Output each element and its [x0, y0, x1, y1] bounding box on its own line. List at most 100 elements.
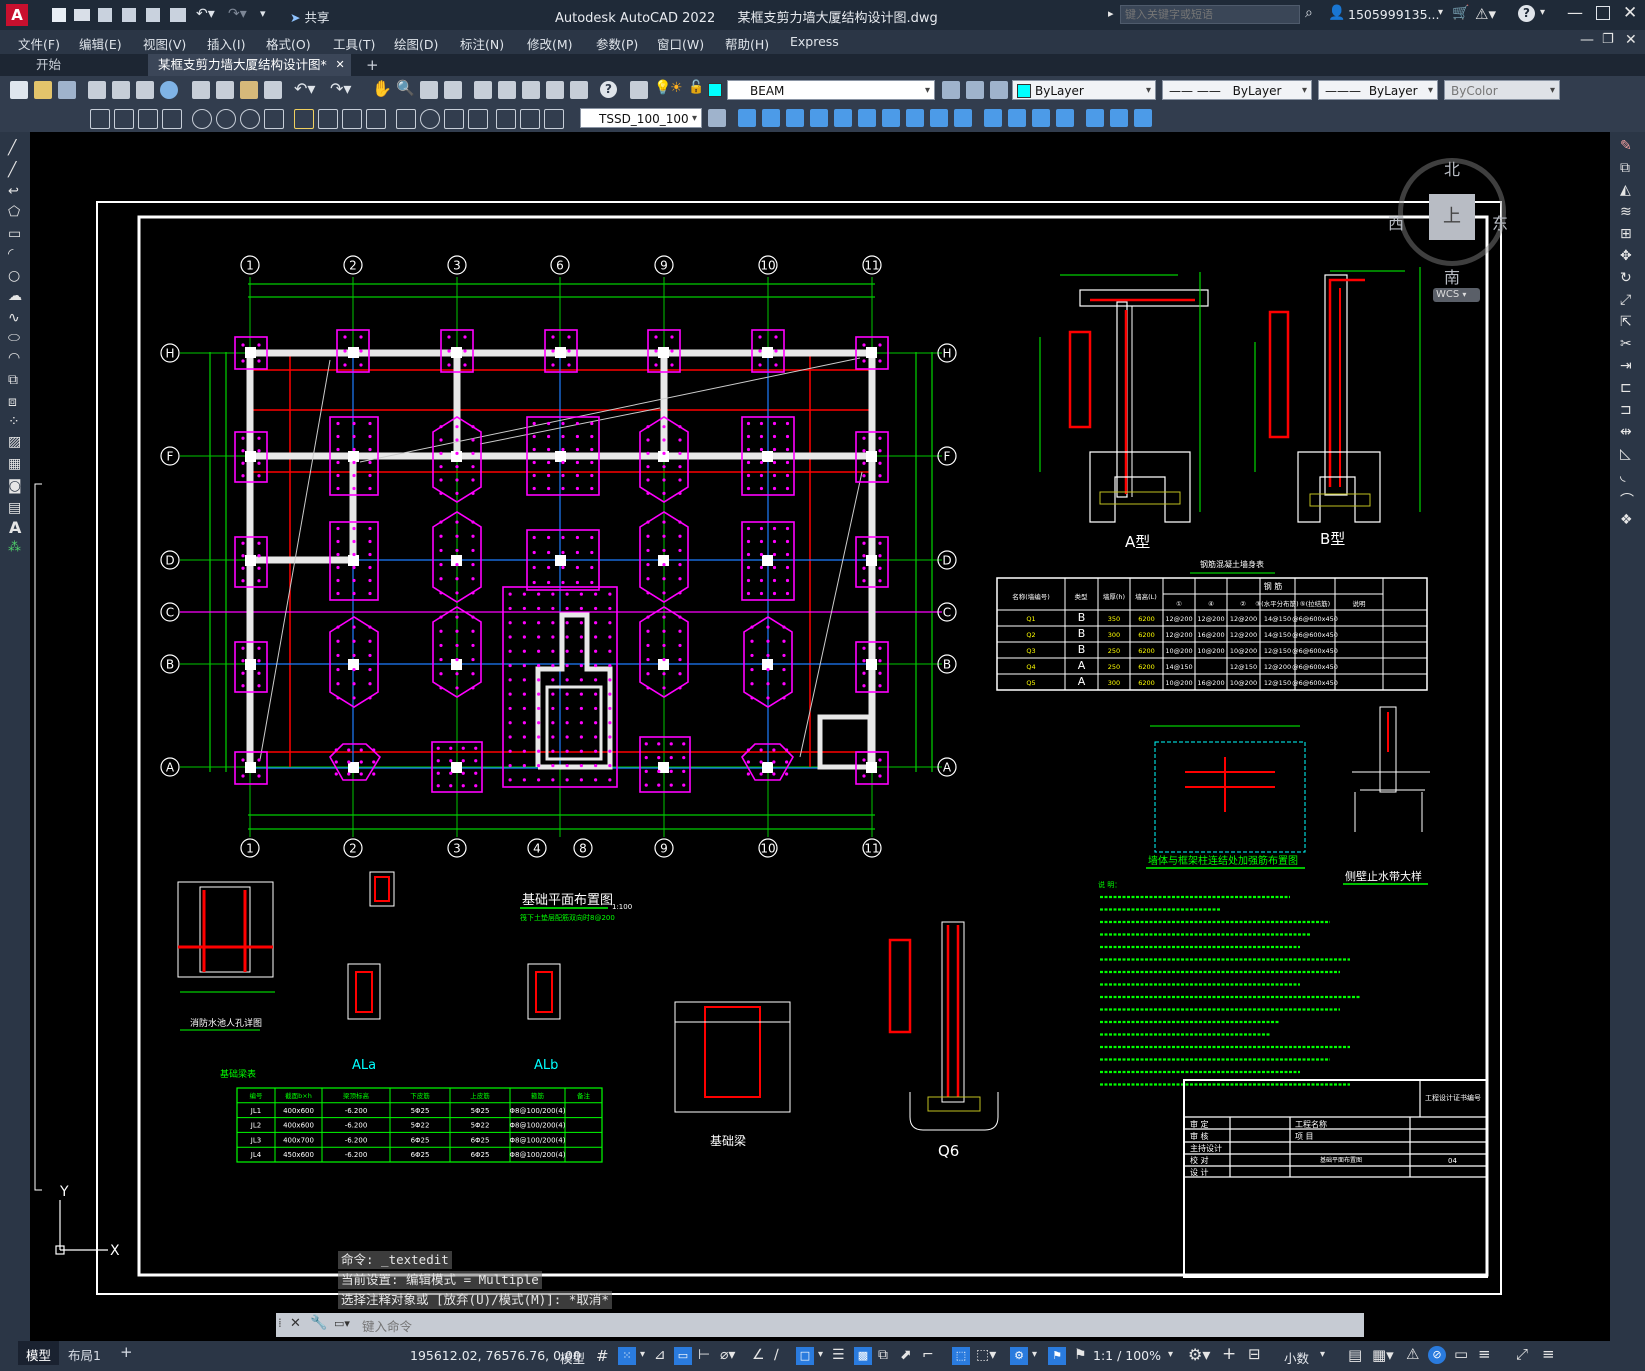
design-center-icon[interactable]	[498, 81, 516, 99]
menu-file[interactable]: 文件(F)	[18, 34, 60, 53]
open-icon[interactable]	[74, 9, 90, 21]
viewcube-top-face[interactable]: 上	[1429, 194, 1475, 240]
copy-object-icon[interactable]	[738, 109, 756, 127]
autoscale-icon[interactable]: ⚑	[1048, 1347, 1066, 1365]
viewcube-south[interactable]: 南	[1444, 264, 1460, 288]
lineweight-icon[interactable]: ☰	[832, 1347, 845, 1363]
publish-icon[interactable]	[136, 81, 154, 99]
layer-thaw-icon[interactable]: ☀	[670, 80, 683, 96]
layer-dropdown[interactable]: BEAM ▾	[727, 80, 935, 100]
open-web-icon[interactable]	[146, 8, 160, 22]
move-icon[interactable]	[834, 109, 852, 127]
offset-icon[interactable]: ≋	[1620, 204, 1632, 220]
save-icon[interactable]	[98, 8, 112, 22]
new-icon[interactable]	[10, 81, 28, 99]
tolerance-icon[interactable]	[396, 109, 416, 129]
tab-active-drawing[interactable]: 某框支剪力墙大厦结构设计图* ✕	[148, 54, 351, 76]
3d-osnap-icon[interactable]: ⬈	[900, 1347, 912, 1363]
layer-walk-icon[interactable]	[990, 81, 1008, 99]
revision-cloud-icon[interactable]: ☁	[8, 288, 22, 304]
quick-dim-icon[interactable]	[294, 109, 314, 129]
undo-icon[interactable]: ↶▾	[196, 6, 215, 22]
save-icon[interactable]	[58, 81, 76, 99]
menu-parametric[interactable]: 参数(P)	[596, 34, 638, 53]
jogged-linear-icon[interactable]	[468, 109, 488, 129]
extend-icon[interactable]	[954, 109, 972, 127]
circle-icon[interactable]: ○	[8, 268, 20, 284]
customize-qat-icon[interactable]: ▾	[260, 7, 266, 20]
menu-draw[interactable]: 绘图(D)	[394, 34, 438, 53]
lineweight-dropdown[interactable]: ——— ByLayer ▾	[1318, 80, 1438, 100]
extend-icon[interactable]: ⇥	[1620, 358, 1632, 374]
dim-edit-icon[interactable]	[496, 109, 516, 129]
trim-icon[interactable]: ✂	[1620, 336, 1632, 352]
menu-view[interactable]: 视图(V)	[143, 34, 186, 53]
inspect-icon[interactable]	[444, 109, 464, 129]
table-icon[interactable]: ▤	[8, 500, 21, 516]
layer-previous-icon[interactable]	[966, 81, 984, 99]
search-expand-icon[interactable]: ▸	[1108, 7, 1114, 20]
quick-properties-icon[interactable]: ▤	[1348, 1346, 1362, 1364]
ortho-icon[interactable]: ⊢	[698, 1347, 710, 1363]
close-button[interactable]: ✕	[1623, 3, 1637, 23]
dim-ordinate-icon[interactable]	[162, 109, 182, 129]
isolate-icon[interactable]: ⊟	[1248, 1345, 1261, 1363]
dynamic-ucs-icon[interactable]: ⌐	[922, 1347, 934, 1363]
scale-icon[interactable]	[882, 109, 900, 127]
fillet-icon[interactable]	[1056, 109, 1074, 127]
annotation-scale-dropdown-icon[interactable]: ▾	[1168, 1349, 1173, 1360]
join-icon[interactable]: ⇹	[1620, 424, 1632, 440]
blend-curves-icon[interactable]: ⌒	[1620, 490, 1634, 510]
annotation-visibility-dropdown-icon[interactable]: ▾	[1032, 1349, 1037, 1360]
zoom-realtime-icon[interactable]: 🔍	[396, 79, 415, 97]
new-tab-button[interactable]: +	[356, 54, 389, 76]
dim-radius-icon[interactable]	[192, 109, 212, 129]
copy-icon[interactable]	[216, 81, 234, 99]
plot-icon[interactable]	[88, 81, 106, 99]
zoom-window-icon[interactable]	[420, 81, 438, 99]
osnap-dropdown-icon[interactable]: ▾	[818, 1349, 823, 1360]
tool-palettes-icon[interactable]	[522, 81, 540, 99]
erase-icon[interactable]	[1110, 109, 1128, 127]
point-icon[interactable]: ⁘	[8, 414, 20, 430]
user-icon[interactable]: 👤	[1328, 5, 1345, 21]
workspace-gear-icon[interactable]: ⚙▾	[1188, 1345, 1210, 1364]
help-icon[interactable]: ?	[1518, 5, 1535, 22]
mirror-icon[interactable]: ◭	[1620, 182, 1631, 198]
plotstyle-dropdown[interactable]: ByColor ▾	[1444, 80, 1560, 100]
annotation-scale-value[interactable]: 1:1 / 100%	[1093, 1348, 1161, 1363]
join-icon[interactable]	[1008, 109, 1026, 127]
app-logo-icon[interactable]: A	[6, 4, 28, 26]
transparency-icon[interactable]: ▩	[854, 1347, 872, 1365]
array-icon[interactable]: ⊞	[1620, 226, 1632, 242]
isodraft-icon[interactable]: ∠	[752, 1347, 765, 1363]
osnap-tracking-icon[interactable]: ∕	[774, 1347, 779, 1363]
line-icon[interactable]: ╱	[8, 140, 16, 156]
layer-unlock-icon[interactable]: 🔓	[688, 80, 704, 95]
wcs-menu[interactable]: WCS ▾	[1433, 288, 1480, 302]
redo-icon[interactable]: ↷▾	[330, 79, 351, 98]
match-properties-icon[interactable]	[264, 81, 282, 99]
help-dropdown-icon[interactable]: ▾	[1540, 7, 1545, 18]
viewcube-north[interactable]: 北	[1444, 156, 1460, 180]
tab-layout1[interactable]: 布局1	[68, 1345, 101, 1364]
menu-tools[interactable]: 工具(T)	[333, 34, 375, 53]
properties-icon[interactable]	[474, 81, 492, 99]
arc-icon[interactable]: ◜	[8, 246, 13, 262]
viewcube-west[interactable]: 西	[1388, 210, 1404, 234]
explode-icon[interactable]: ❖	[1620, 512, 1633, 528]
dim-style-icon[interactable]	[708, 109, 726, 127]
ellipse-arc-icon[interactable]: ◠	[8, 350, 20, 366]
user-dropdown-icon[interactable]: ▾	[1438, 7, 1443, 18]
annotation-visibility-icon[interactable]: ⚙	[1010, 1347, 1028, 1365]
3d-dwf-icon[interactable]	[160, 81, 178, 99]
grid-icon[interactable]: #	[596, 1347, 609, 1365]
mtext-icon[interactable]: A	[9, 518, 21, 537]
new-icon[interactable]	[52, 8, 66, 22]
offset-icon[interactable]	[786, 109, 804, 127]
dim-continue-icon[interactable]	[342, 109, 362, 129]
menu-express[interactable]: Express	[790, 34, 839, 49]
command-recent-icon[interactable]: ▭▾	[334, 1317, 350, 1330]
plot-preview-icon[interactable]	[112, 81, 130, 99]
erase-icon[interactable]: ✎	[1620, 138, 1632, 154]
